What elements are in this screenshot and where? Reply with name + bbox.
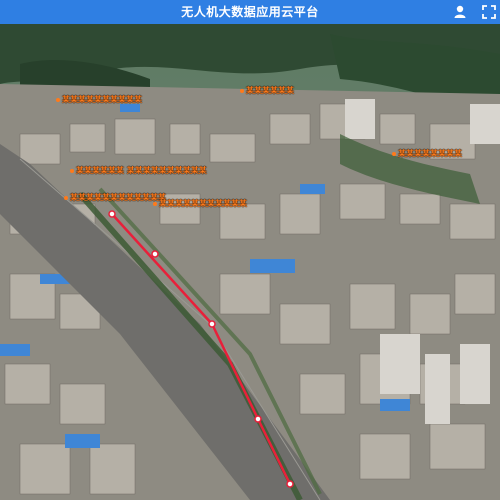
map-label-6[interactable]: 某某某某某某某某某某某 bbox=[153, 198, 247, 209]
fullscreen-icon[interactable] bbox=[480, 3, 498, 21]
user-icon[interactable] bbox=[451, 3, 469, 21]
map-label-2[interactable]: 某某某某某某 bbox=[240, 85, 294, 96]
top-bar: 无人机大数据应用云平台 bbox=[0, 0, 500, 24]
map-label-4[interactable]: 某某某某某某 某某某某某某某某某某 bbox=[70, 165, 207, 176]
map-label-1[interactable]: 某某某某某某某某某某 bbox=[56, 94, 142, 105]
map-view[interactable]: 某某某某某某某某某某 某某某某某某 某某某某某某某某 某某某某某某 某某某某某某… bbox=[0, 24, 500, 500]
map-label-5[interactable]: 某某某某某某某某某某某某 bbox=[64, 192, 166, 203]
app-title: 无人机大数据应用云平台 bbox=[181, 5, 319, 19]
map-label-3[interactable]: 某某某某某某某某 bbox=[392, 148, 462, 159]
